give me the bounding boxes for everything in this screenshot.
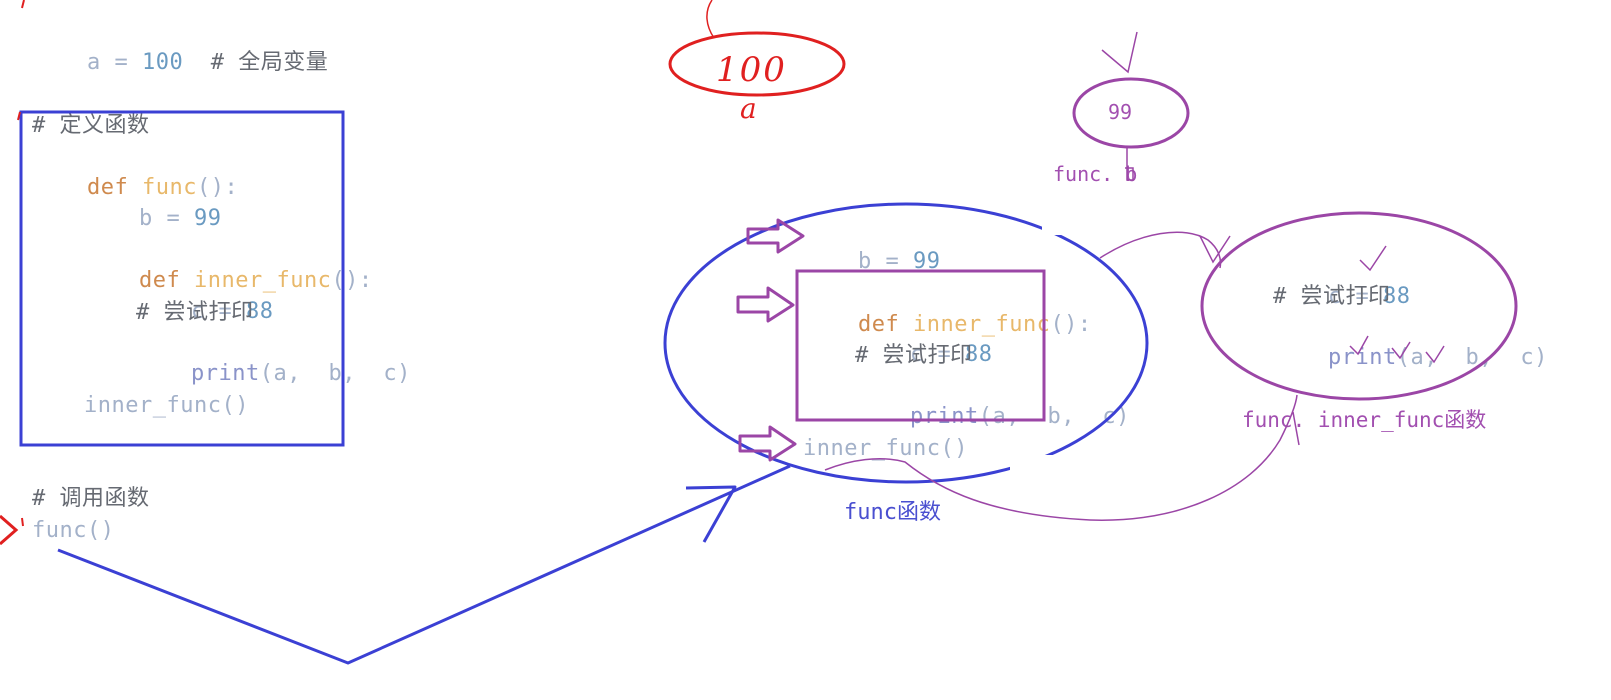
red-call-arrow <box>0 514 19 546</box>
red-pointer-line <box>706 0 715 39</box>
red-tick-top-left <box>21 0 25 9</box>
inner-func-scope-ellipse <box>1200 211 1518 401</box>
purple-curve-bottom <box>824 394 1298 521</box>
ellipse-gap-top <box>1042 215 1078 235</box>
purple-curve-top <box>1099 231 1222 269</box>
global-a-ellipse <box>668 31 846 97</box>
purple-arrow-call <box>738 425 797 462</box>
b-value-ellipse <box>1072 77 1190 149</box>
b-bubble-tail <box>1125 147 1134 181</box>
inner-func-box <box>795 269 1046 422</box>
purple-arrow-def <box>736 286 795 323</box>
check-cc <box>1425 345 1445 364</box>
check-b <box>1391 341 1411 360</box>
purple-curve-bottom-tail <box>1292 411 1300 446</box>
b-bubble-tick <box>1101 31 1138 74</box>
red-tick-call <box>21 517 24 527</box>
func-body-box <box>19 110 345 447</box>
func-scope-ellipse <box>663 202 1149 484</box>
ellipse-gap-bottom <box>1010 455 1055 475</box>
check-c <box>1359 245 1387 272</box>
blue-call-arrow <box>57 464 791 665</box>
check-a <box>1349 335 1369 356</box>
annotation-drawing <box>0 0 1518 665</box>
